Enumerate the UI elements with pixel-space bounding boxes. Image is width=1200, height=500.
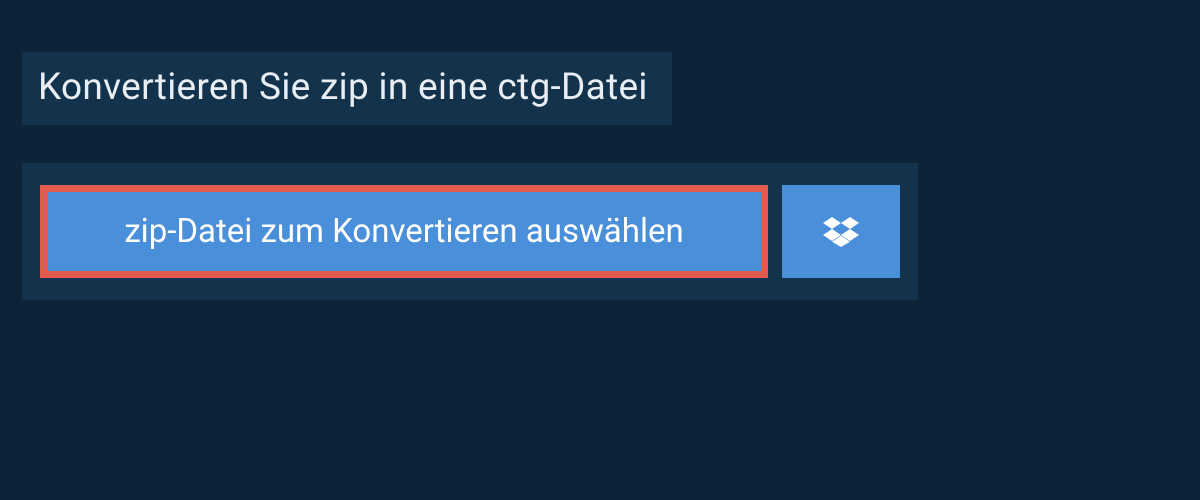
- page-title: Konvertieren Sie zip in eine ctg-Datei: [22, 52, 672, 125]
- select-file-button[interactable]: zip-Datei zum Konvertieren auswählen: [40, 185, 768, 278]
- dropbox-icon: [823, 214, 859, 250]
- file-selection-panel: zip-Datei zum Konvertieren auswählen: [22, 163, 918, 300]
- select-file-label: zip-Datei zum Konvertieren auswählen: [124, 212, 683, 251]
- dropbox-button[interactable]: [782, 185, 900, 278]
